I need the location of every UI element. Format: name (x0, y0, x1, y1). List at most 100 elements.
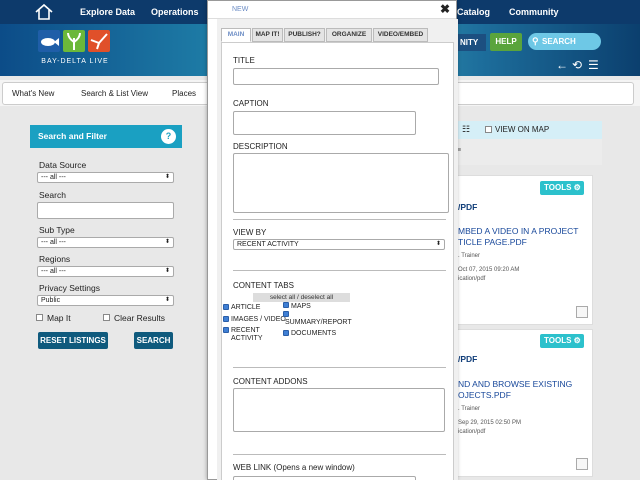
maps-label: MAPS (291, 303, 311, 310)
tools-button[interactable]: TOOLS ⚙ (540, 334, 584, 348)
map-it-label: Map It (47, 313, 71, 323)
result-card: TOOLS ⚙ /PDF MBED A VIDEO IN A PROJECT T… (455, 175, 593, 325)
documents-checkbox[interactable] (283, 330, 289, 336)
view-by-select[interactable]: RECENT ACTIVITY ⬍ (233, 239, 445, 250)
nav-explore-data[interactable]: Explore Data (80, 7, 135, 17)
search-button[interactable]: ⚲ SEARCH (528, 33, 601, 50)
gear-icon: ⚙ (573, 183, 581, 192)
main-form: TITLE CAPTION DESCRIPTION VIEW BY RECENT… (221, 42, 454, 480)
modal-body: MAIN MAP IT! PUBLISH? ORGANIZE VIDEO/EMB… (217, 19, 458, 480)
search-label: Search (39, 190, 66, 200)
divider (233, 219, 446, 220)
file-type-label: /PDF (458, 354, 478, 364)
search-input[interactable] (37, 202, 174, 219)
nav-operations[interactable]: Operations (151, 7, 199, 17)
card-author: . Trainer (458, 253, 481, 259)
list-view-icon[interactable]: ☷ (462, 124, 470, 135)
clear-results-checkbox[interactable] (103, 314, 110, 321)
data-source-value: --- all --- (41, 174, 66, 181)
nav-catalog[interactable]: Catalog (457, 7, 490, 17)
card-date: Sep 29, 2015 02:50 PM (458, 420, 522, 426)
tools-button[interactable]: TOOLS ⚙ (540, 181, 584, 195)
select-arrow-icon: ⬍ (164, 239, 170, 245)
content-addons-label: CONTENT ADDONS (233, 377, 308, 386)
privacy-label: Privacy Settings (39, 283, 100, 293)
select-arrow-icon: ⬍ (435, 241, 441, 247)
clear-results-label: Clear Results (114, 313, 166, 323)
back-arrow-icon[interactable]: ← (556, 58, 568, 72)
search-button-label: SEARCH (542, 37, 576, 46)
regions-select[interactable]: --- all --- ⬍ (37, 266, 174, 277)
view-on-map-checkbox[interactable] (485, 126, 492, 133)
result-card: TOOLS ⚙ /PDF ND AND BROWSE EXISTING OJEC… (455, 329, 593, 477)
card-mime-type: ication/pdf (458, 276, 486, 282)
view-by-label: VIEW BY (233, 228, 267, 237)
tab-video-embed[interactable]: VIDEO/EMBED (373, 28, 428, 42)
documents-label: DOCUMENTS (291, 330, 337, 337)
search-filter-panel: Search and Filter ? Data Source --- all … (30, 125, 182, 355)
home-icon[interactable] (34, 3, 54, 21)
tab-main[interactable]: MAIN (221, 28, 251, 42)
divider (233, 270, 446, 271)
summary-report-label: SUMMARY/REPORT (285, 319, 352, 326)
maps-checkbox[interactable] (283, 302, 289, 308)
card-title-link[interactable]: MBED A VIDEO IN A PROJECT TICLE PAGE.PDF (458, 226, 592, 248)
title-label: TITLE (233, 56, 255, 65)
tab-publish[interactable]: PUBLISH? (284, 28, 325, 42)
content-tabs-label: CONTENT TABS (233, 281, 294, 290)
summary-report-checkbox[interactable] (283, 311, 289, 317)
subnav-whats-new[interactable]: What's New (12, 89, 54, 98)
tab-map-it[interactable]: MAP IT! (252, 28, 283, 42)
sub-type-value: --- all --- (41, 239, 66, 246)
help-icon[interactable]: ? (161, 129, 176, 144)
card-title-link[interactable]: ND AND BROWSE EXISTING OJECTS.PDF (458, 379, 592, 401)
help-button[interactable]: HELP (490, 33, 522, 51)
filter-header: Search and Filter ? (30, 125, 182, 148)
card-mime-type: ication/pdf (458, 429, 486, 435)
gear-icon: ⚙ (573, 336, 581, 345)
sub-type-select[interactable]: --- all --- ⬍ (37, 237, 174, 248)
images-video-checkbox[interactable] (223, 316, 229, 322)
caption-textarea[interactable] (233, 111, 416, 135)
modal-header: NEW ✖ (208, 1, 456, 19)
nav-community[interactable]: Community (509, 7, 559, 17)
recent-activity-checkbox[interactable] (223, 327, 229, 333)
privacy-select[interactable]: Public ⬍ (37, 295, 174, 306)
subnav-places[interactable]: Places (172, 89, 196, 98)
privacy-value: Public (41, 297, 61, 304)
select-all-toggle[interactable]: select all / deselect all (253, 293, 350, 302)
bay-delta-logo[interactable]: BAY-DELTA LIVE (38, 30, 112, 70)
tab-organize[interactable]: ORGANIZE (326, 28, 372, 42)
content-addons-area[interactable] (233, 388, 445, 432)
title-input[interactable] (233, 68, 439, 85)
map-it-checkbox[interactable] (36, 314, 43, 321)
close-icon[interactable]: ✖ (440, 2, 450, 16)
results-toolbar: ☷ VIEW ON MAP (455, 121, 602, 139)
divider (233, 367, 446, 368)
search-submit-button[interactable]: SEARCH (134, 332, 173, 349)
recent-activity-label: RECENT ACTIVITY (231, 327, 263, 342)
results-subbar: ≡ (455, 139, 602, 165)
fish-logo-icon (38, 30, 60, 52)
article-checkbox[interactable] (223, 304, 229, 310)
web-link-input[interactable] (233, 476, 416, 480)
web-link-label: WEB LINK (Opens a new window) (233, 463, 355, 472)
select-arrow-icon: ⬍ (164, 174, 170, 180)
tools-label: TOOLS (544, 183, 572, 192)
select-arrow-icon: ⬍ (164, 297, 170, 303)
subnav-search-list-view[interactable]: Search & List View (81, 89, 148, 98)
regions-value: --- all --- (41, 268, 66, 275)
caption-label: CAPTION (233, 99, 269, 108)
file-type-label: /PDF (458, 202, 478, 212)
community-partial-button[interactable]: NITY (458, 34, 486, 51)
modal-title: NEW (232, 6, 249, 13)
tools-label: TOOLS (544, 336, 572, 345)
images-video-label: IMAGES / VIDEO (231, 316, 286, 323)
list-menu-icon[interactable]: ☰ (588, 58, 599, 72)
data-source-select[interactable]: --- all --- ⬍ (37, 172, 174, 183)
refresh-icon[interactable]: ⟲ (572, 58, 582, 72)
description-textarea[interactable] (233, 153, 449, 213)
reset-listings-button[interactable]: RESET LISTINGS (38, 332, 108, 349)
add-to-project-icon[interactable] (576, 458, 588, 470)
add-to-project-icon[interactable] (576, 306, 588, 318)
